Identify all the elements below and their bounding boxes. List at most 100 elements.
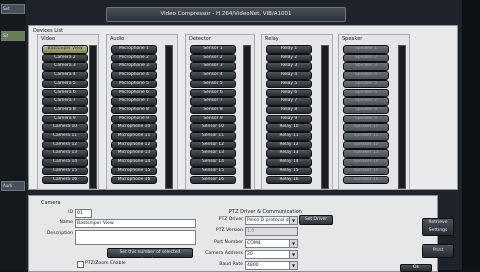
audio-item-button[interactable]: Microphone 5 <box>111 79 157 89</box>
speaker-item-button[interactable]: Speaker 13 <box>343 149 389 158</box>
video-item-button[interactable]: Camera 6 <box>42 88 88 98</box>
speaker-item-button[interactable]: Speaker 14 <box>343 158 389 167</box>
detector-item-button[interactable]: Sensor 4 <box>190 71 236 80</box>
detector-item-button[interactable]: Sensor 2 <box>190 53 236 63</box>
speaker-item-button[interactable]: Speaker 4 <box>343 71 389 80</box>
relay-item-button[interactable]: Relay 9 <box>266 114 312 124</box>
detector-item-button[interactable]: Sensor 6 <box>190 88 236 98</box>
audio-item-button[interactable]: Microphone 14 <box>111 158 157 167</box>
relay-scrollbar[interactable] <box>321 45 329 189</box>
video-item-button[interactable]: Camera 11 <box>42 132 88 141</box>
left-tab-3[interactable]: Audi <box>1 181 25 191</box>
audio-item-button[interactable]: Microphone 15 <box>111 166 157 176</box>
speaker-item-button[interactable]: Speaker 8 <box>343 105 389 115</box>
camera-address-select[interactable]: 20 ▼ <box>245 250 298 259</box>
detector-item-button[interactable]: Sensor 10 <box>190 123 236 132</box>
detector-item-button[interactable]: Sensor 13 <box>190 149 236 158</box>
relay-item-button[interactable]: Relay 3 <box>266 62 312 71</box>
description-field[interactable] <box>75 230 196 245</box>
speaker-item-button[interactable]: Speaker 11 <box>343 132 389 141</box>
speaker-item-button[interactable]: Speaker 9 <box>343 114 389 124</box>
relay-item-button[interactable]: Relay 16 <box>266 175 312 185</box>
speaker-item-button[interactable]: Speaker 10 <box>343 123 389 132</box>
video-item-button[interactable]: Camera 4 <box>42 71 88 80</box>
audio-item-button[interactable]: Microphone 10 <box>111 123 157 132</box>
relay-item-button[interactable]: Relay 2 <box>266 53 312 63</box>
video-item-button[interactable]: Camera 9 <box>42 114 88 124</box>
video-item-button[interactable]: Camera 3 <box>42 62 88 71</box>
audio-item-button[interactable]: Microphone 2 <box>111 53 157 63</box>
speaker-item-button[interactable]: Speaker 2 <box>343 53 389 63</box>
relay-item-button[interactable]: Relay 11 <box>266 132 312 141</box>
ptz-enable-checkbox[interactable] <box>77 261 84 268</box>
audio-item-button[interactable]: Microphone 16 <box>111 175 157 185</box>
ptz-driver-select[interactable]: Pelco D protocol.dll ▼ <box>245 216 298 225</box>
speaker-item-button[interactable]: Speaker 6 <box>343 88 389 98</box>
speaker-scrollbar[interactable] <box>398 45 406 189</box>
speaker-item-button[interactable]: Speaker 15 <box>343 166 389 176</box>
port-number-select[interactable]: COM4 ▼ <box>245 239 298 248</box>
retrieve-settings-button[interactable]: Retrieve Settings <box>422 218 454 236</box>
detector-item-button[interactable]: Sensor 3 <box>190 62 236 71</box>
video-item-button[interactable]: Camera 10 <box>42 123 88 132</box>
baud-rate-select[interactable]: 4800 ▼ <box>245 261 298 270</box>
speaker-item-button[interactable]: Speaker 12 <box>343 140 389 150</box>
relay-item-button[interactable]: Relay 10 <box>266 123 312 132</box>
detector-scrollbar[interactable] <box>243 45 251 189</box>
detector-item-button[interactable]: Sensor 15 <box>190 166 236 176</box>
audio-item-button[interactable]: Microphone 3 <box>111 62 157 71</box>
relay-item-button[interactable]: Relay 5 <box>266 79 312 89</box>
detector-item-button[interactable]: Sensor 9 <box>190 114 236 124</box>
detector-item-button[interactable]: Sensor 11 <box>190 132 236 141</box>
relay-item-button[interactable]: Relay 15 <box>266 166 312 176</box>
detector-item-button[interactable]: Sensor 7 <box>190 97 236 106</box>
speaker-item-button[interactable]: Speaker 3 <box>343 62 389 71</box>
audio-item-button[interactable]: Microphone 12 <box>111 140 157 150</box>
set-driver-button[interactable]: Set Driver <box>299 215 333 225</box>
audio-item-button[interactable]: Microphone 4 <box>111 71 157 80</box>
video-item-button[interactable]: Camera 16 <box>42 175 88 185</box>
audio-item-button[interactable]: Microphone 8 <box>111 105 157 115</box>
ok-button[interactable]: Ok <box>400 264 432 272</box>
audio-item-button[interactable]: Microphone 7 <box>111 97 157 106</box>
left-tab-2[interactable]: Sit <box>1 31 25 41</box>
left-tab-1[interactable]: Set <box>1 4 25 14</box>
relay-item-button[interactable]: Relay 1 <box>266 45 312 54</box>
detector-item-button[interactable]: Sensor 12 <box>190 140 236 150</box>
detector-item-button[interactable]: Sensor 1 <box>190 45 236 54</box>
audio-item-button[interactable]: Microphone 13 <box>111 149 157 158</box>
speaker-item-button[interactable]: Speaker 16 <box>343 175 389 185</box>
set-microphone-button[interactable]: Set this number of selected microphone <box>107 248 193 263</box>
speaker-item-button[interactable]: Speaker 7 <box>343 97 389 106</box>
relay-item-button[interactable]: Relay 6 <box>266 88 312 98</box>
video-item-button[interactable]: Camera 5 <box>42 79 88 89</box>
relay-item-button[interactable]: Relay 12 <box>266 140 312 150</box>
video-scrollbar[interactable] <box>89 45 97 189</box>
detector-item-button[interactable]: Sensor 14 <box>190 158 236 167</box>
name-field[interactable]: Bastsniper View <box>75 219 196 228</box>
relay-item-button[interactable]: Relay 4 <box>266 71 312 80</box>
video-item-button[interactable]: Bastsniper View <box>42 45 88 54</box>
relay-item-button[interactable]: Relay 8 <box>266 105 312 115</box>
speaker-item-button[interactable]: Speaker 1 <box>343 45 389 54</box>
audio-item-button[interactable]: Microphone 11 <box>111 132 157 141</box>
audio-item-button[interactable]: Microphone 1 <box>111 45 157 54</box>
video-item-button[interactable]: Camera 8 <box>42 105 88 115</box>
video-item-button[interactable]: Camera 2 <box>42 53 88 63</box>
detector-item-button[interactable]: Sensor 5 <box>190 79 236 89</box>
audio-item-button[interactable]: Microphone 9 <box>111 114 157 124</box>
video-item-button[interactable]: Camera 7 <box>42 97 88 106</box>
video-item-button[interactable]: Camera 12 <box>42 140 88 150</box>
relay-item-button[interactable]: Relay 7 <box>266 97 312 106</box>
detector-item-button[interactable]: Sensor 16 <box>190 175 236 185</box>
audio-scrollbar[interactable] <box>165 45 173 189</box>
audio-item-button[interactable]: Microphone 6 <box>111 88 157 98</box>
relay-item-button[interactable]: Relay 14 <box>266 158 312 167</box>
video-item-button[interactable]: Camera 13 <box>42 149 88 158</box>
relay-item-button[interactable]: Relay 13 <box>266 149 312 158</box>
speaker-item-button[interactable]: Speaker 5 <box>343 79 389 89</box>
detector-item-button[interactable]: Sensor 8 <box>190 105 236 115</box>
id-field[interactable]: 01 <box>75 209 92 218</box>
video-item-button[interactable]: Camera 14 <box>42 158 88 167</box>
video-item-button[interactable]: Camera 15 <box>42 166 88 176</box>
